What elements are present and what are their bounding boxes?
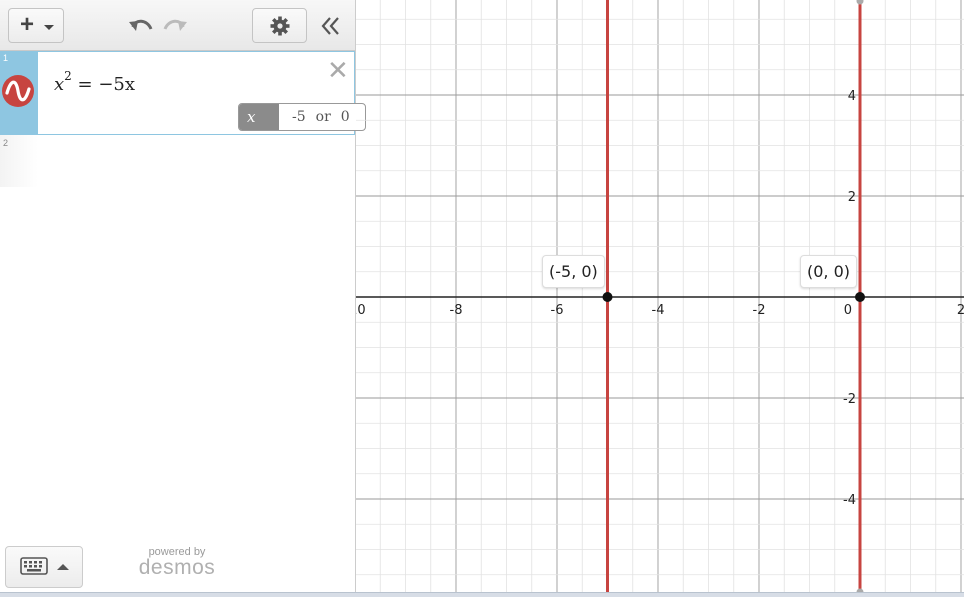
- keyboard-icon: [20, 557, 48, 575]
- point-label[interactable]: (-5, 0): [542, 255, 605, 288]
- solution-badge: x = -5 or 0: [238, 103, 366, 131]
- y-tick-label: 2: [848, 190, 856, 205]
- x-tick-label: 0: [844, 303, 852, 318]
- expression-input[interactable]: x2 = −5x ✕ x = -5 or 0: [38, 51, 366, 135]
- expression-gutter: 1: [0, 51, 38, 135]
- intersection-point: [602, 292, 613, 302]
- x-tick-label: -4: [652, 303, 665, 318]
- solution-values: -5 or 0: [279, 104, 365, 130]
- rhs: = −5x: [77, 74, 136, 95]
- solution-variable: x =: [239, 104, 279, 130]
- solution-value: 0: [340, 109, 350, 125]
- expression-math: x2 = −5x: [54, 69, 136, 95]
- x-tick-label: 2: [957, 303, 964, 318]
- caret-up-icon: [57, 564, 69, 570]
- keyboard-toggle-button[interactable]: [5, 546, 83, 588]
- y-tick-label: 4: [848, 89, 856, 104]
- exponent: 2: [64, 69, 72, 83]
- x-tick-label: -10: [356, 303, 366, 318]
- line-endpoint: [856, 0, 864, 5]
- toolbar: +: [0, 0, 355, 51]
- graph-color-toggle[interactable]: [2, 75, 34, 107]
- desmos-app: + 1 x2 = −5x ✕ x -5 or 0 2 powered by de…: [0, 0, 964, 597]
- powered-by-desmos[interactable]: powered by desmos: [137, 546, 217, 578]
- expression-gutter: 2: [0, 135, 38, 187]
- wave-icon: [5, 80, 31, 102]
- gear-icon: [270, 16, 290, 36]
- lhs-variable: x: [54, 74, 65, 95]
- delete-expression-button[interactable]: ✕: [327, 57, 349, 83]
- expression-index: 1: [3, 53, 9, 63]
- y-tick-label: -2: [843, 392, 856, 407]
- add-item-button[interactable]: +: [8, 8, 64, 43]
- graph-paper[interactable]: -10 -8 -6 -4 -2 0 2 4 2 -2 -4 (-5, 0) (0, 0): [356, 0, 964, 597]
- caret-down-icon: [44, 25, 54, 30]
- redo-icon: [163, 19, 187, 31]
- collapse-panel-button[interactable]: [317, 13, 345, 39]
- expression-row-empty[interactable]: 2: [0, 135, 355, 187]
- close-icon: ✕: [327, 55, 349, 85]
- expression-panel: + 1 x2 = −5x ✕ x -5 or 0 2 powered by de…: [0, 0, 366, 597]
- redo-button[interactable]: [161, 13, 189, 39]
- x-tick-label: -6: [551, 303, 564, 318]
- intersection-point: [855, 292, 865, 302]
- solution-joiner: or: [315, 109, 331, 125]
- taskbar-strip: [0, 592, 964, 597]
- point-label[interactable]: (0, 0): [800, 255, 858, 288]
- undo-button[interactable]: [127, 13, 155, 39]
- expression-index: 2: [3, 138, 9, 148]
- x-tick-label: -8: [450, 303, 463, 318]
- solution-value: -5: [292, 109, 306, 125]
- undo-icon: [129, 19, 153, 31]
- plus-icon: +: [20, 11, 35, 38]
- settings-button[interactable]: [252, 8, 307, 43]
- y-tick-label: -4: [843, 493, 856, 508]
- desmos-logo: desmos: [138, 556, 216, 579]
- graph-canvas[interactable]: -10 -8 -6 -4 -2 0 2 4 2 -2 -4: [356, 0, 964, 597]
- expression-row[interactable]: 1 x2 = −5x ✕ x = -5 or 0: [0, 51, 366, 135]
- x-tick-label: -2: [753, 303, 766, 318]
- double-chevron-left-icon: [321, 17, 339, 35]
